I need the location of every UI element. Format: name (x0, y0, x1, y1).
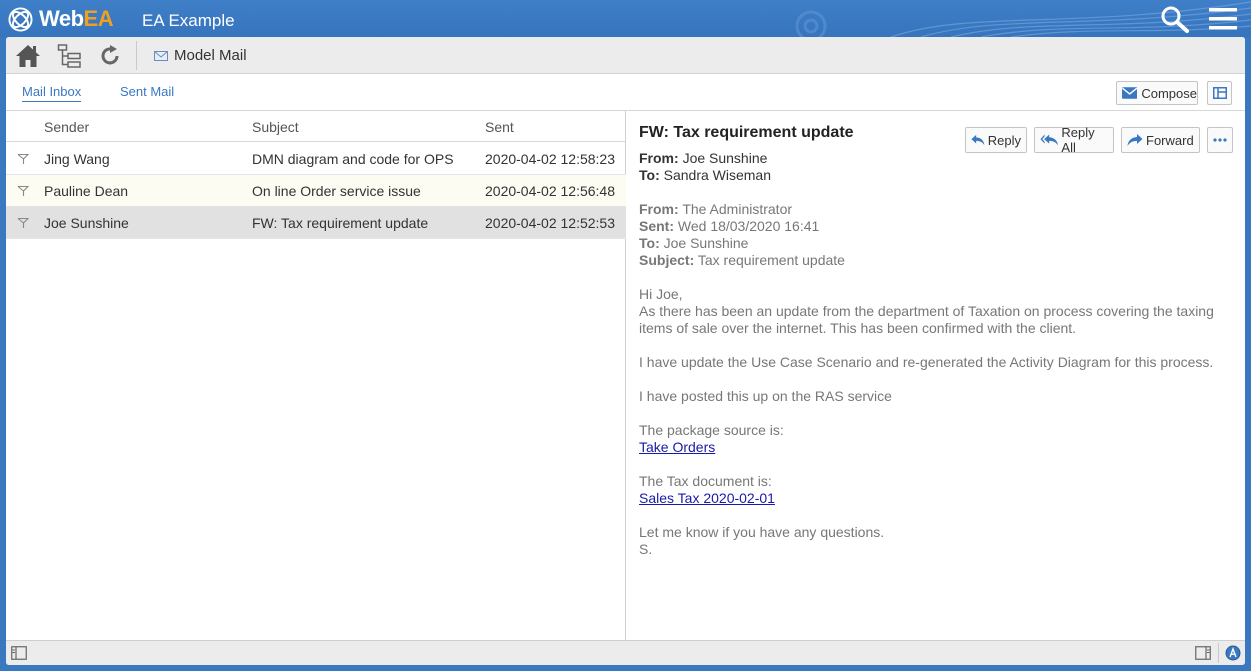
forwarded-to: To: Joe Sunshine (639, 235, 749, 251)
more-icon (1213, 138, 1227, 142)
row-subject: On line Order service issue (252, 183, 421, 199)
reply-label: Reply (987, 132, 1021, 148)
panel-left-icon[interactable] (11, 646, 27, 660)
reply-all-label: Reply All (1061, 125, 1095, 155)
body-paragraph-1-cont: items of sale over the internet. This ha… (639, 320, 1077, 336)
link-sales-tax-document[interactable]: Sales Tax 2020-02-01 (639, 490, 775, 506)
compose-label: Compose (1141, 85, 1197, 101)
table-row-selected[interactable]: Joe Sunshine FW: Tax requirement update … (6, 207, 626, 239)
webea-logo[interactable]: WebEA (8, 6, 114, 32)
body-paragraph-3: I have posted this up on the RAS service (639, 388, 892, 404)
forwarded-from: From: The Administrator (639, 201, 793, 217)
forward-button[interactable]: Forward (1121, 127, 1200, 153)
row-subject: FW: Tax requirement update (252, 215, 429, 231)
reply-all-button[interactable]: Reply All (1034, 125, 1114, 155)
column-header-sender[interactable]: Sender (44, 119, 89, 135)
row-sent: 2020-04-02 12:56:48 (485, 183, 615, 199)
user-badge-icon[interactable] (1225, 645, 1241, 661)
inbox-list-pane: Sender Subject Sent Jing Wang DMN diagra… (6, 111, 626, 640)
message-subject: FW: Tax requirement update (639, 124, 854, 141)
reply-icon (971, 134, 985, 146)
link-take-orders[interactable]: Take Orders (639, 439, 715, 455)
column-header-sent[interactable]: Sent (485, 119, 514, 135)
message-reading-pane: FW: Tax requirement update Reply Reply A… (627, 111, 1245, 640)
row-sent: 2020-04-02 12:58:23 (485, 151, 615, 167)
body-paragraph-1: As there has been an update from the dep… (639, 303, 1214, 319)
body-paragraph-5: The Tax document is: (639, 473, 772, 489)
main-frame: Model Mail Mail Inbox Sent Mail Compose … (6, 37, 1245, 665)
breadcrumb-label: Model Mail (174, 47, 247, 64)
inbox-list-header: Sender Subject Sent (6, 111, 626, 142)
forward-label: Forward (1146, 132, 1194, 148)
tree-browser-icon (57, 44, 81, 68)
layout-icon (1212, 87, 1227, 99)
body-signature: S. (639, 541, 653, 557)
forward-icon (1127, 134, 1143, 146)
row-sent: 2020-04-02 12:52:53 (485, 215, 615, 231)
toolbar-separator (136, 41, 137, 70)
main-toolbar: Model Mail (6, 37, 1245, 74)
panel-right-icon[interactable] (1195, 646, 1211, 660)
row-sender: Pauline Dean (44, 183, 129, 199)
tab-mail-inbox[interactable]: Mail Inbox (22, 84, 82, 102)
reply-all-icon (1040, 134, 1058, 146)
column-header-subject[interactable]: Subject (252, 119, 299, 135)
body-paragraph-2: I have update the Use Case Scenario and … (639, 354, 1214, 370)
top-bar: WebEA EA Example (0, 0, 1251, 37)
table-row[interactable]: Jing Wang DMN diagram and code for OPS 2… (6, 143, 626, 175)
body-paragraph-6: Let me know if you have any questions. (639, 524, 885, 540)
body-paragraph-4: The package source is: (639, 422, 784, 438)
browser-button[interactable] (57, 43, 83, 69)
home-button[interactable] (15, 43, 41, 69)
webea-logo-icon (8, 6, 33, 32)
flag-icon[interactable] (17, 153, 29, 165)
tab-sent-mail[interactable]: Sent Mail (120, 84, 174, 99)
row-sender: Joe Sunshine (44, 215, 129, 231)
home-icon (16, 45, 40, 67)
layout-toggle-button[interactable] (1207, 81, 1232, 105)
message-to: To: Sandra Wiseman (639, 167, 772, 183)
flag-icon[interactable] (17, 185, 29, 197)
flag-icon[interactable] (17, 217, 29, 229)
message-from: From: Joe Sunshine (639, 150, 768, 166)
more-actions-button[interactable] (1207, 127, 1233, 153)
project-title: EA Example (142, 11, 235, 30)
envelope-icon (1122, 87, 1138, 99)
search-icon (1161, 6, 1189, 33)
mail-tab-bar: Mail Inbox Sent Mail Compose (6, 74, 1245, 111)
forwarded-sent: Sent: Wed 18/03/2020 16:41 (639, 218, 820, 234)
hamburger-menu-icon (1209, 8, 1237, 30)
body-greeting: Hi Joe, (639, 286, 683, 302)
reply-button[interactable]: Reply (965, 127, 1027, 153)
mail-icon (154, 50, 168, 61)
breadcrumb: Model Mail (154, 47, 247, 64)
row-subject: DMN diagram and code for OPS (252, 151, 454, 167)
row-sender: Jing Wang (44, 151, 110, 167)
status-separator (1218, 643, 1219, 663)
refresh-icon (101, 45, 119, 65)
table-row[interactable]: Pauline Dean On line Order service issue… (6, 175, 626, 207)
refresh-button[interactable] (97, 43, 123, 69)
forwarded-subject: Subject: Tax requirement update (639, 252, 845, 268)
main-menu-button[interactable] (1208, 7, 1238, 31)
status-bar (6, 640, 1245, 665)
search-button[interactable] (1160, 5, 1190, 33)
compose-button[interactable]: Compose (1116, 81, 1198, 105)
logo-text: WebEA (39, 6, 114, 31)
